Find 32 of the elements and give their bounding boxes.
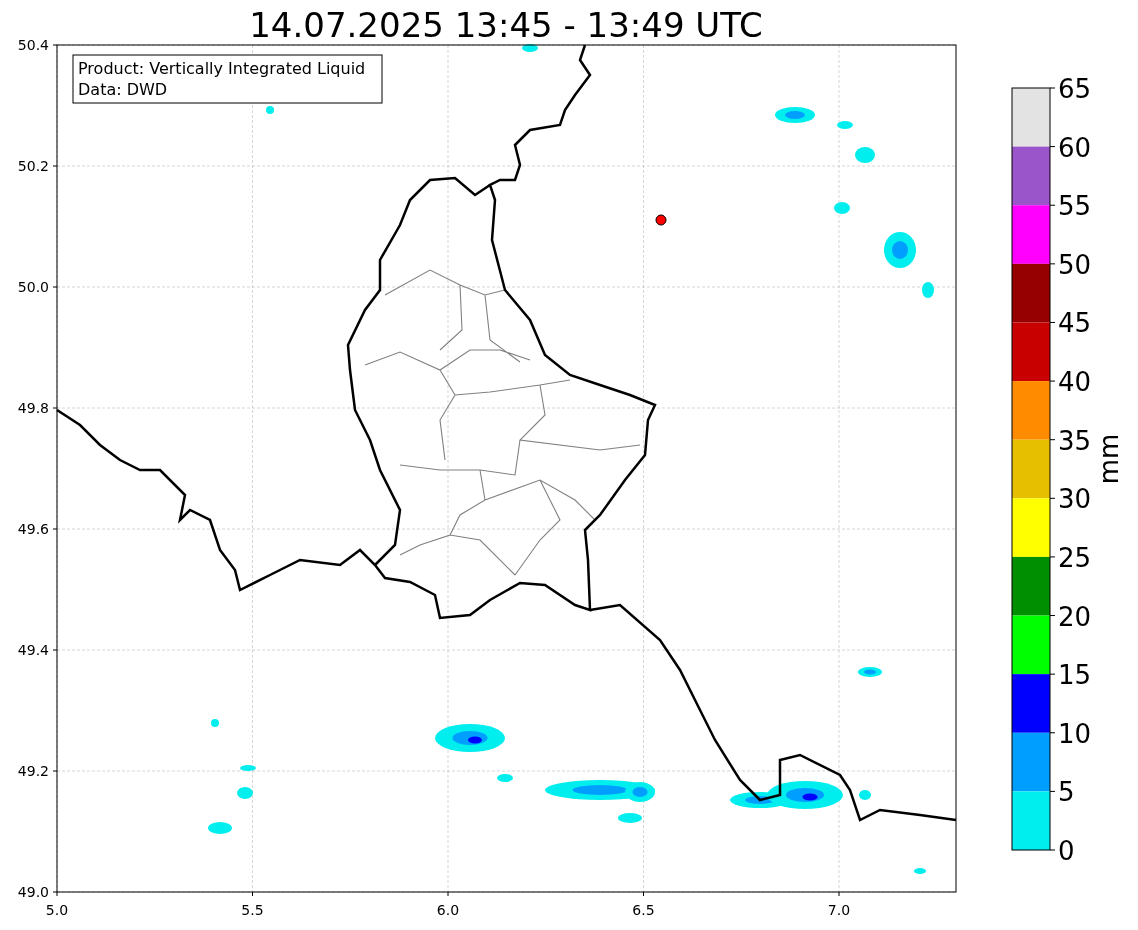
x-tick-label: 5.0 [45,902,69,918]
colorbar-label: mm [1094,433,1124,485]
colorbar-tick-label: 0 [1058,836,1075,866]
legend-text: Product: Vertically Integrated Liquid [78,59,366,78]
x-tick-label: 6.0 [436,902,460,918]
y-tick-label: 50.4 [17,37,49,53]
colorbar-tick-label: 5 [1058,777,1075,808]
x-tick-label: 7.0 [827,902,851,918]
y-tick-label: 49.0 [17,884,49,900]
y-tick-label: 49.6 [17,521,49,537]
colorbar-tick-label: 25 [1058,542,1092,573]
chart-title: 14.07.2025 13:45 - 13:49 UTC [249,5,763,45]
y-tick-label: 49.4 [17,642,49,658]
colorbar-tick-label: 20 [1058,601,1092,632]
x-tick-label: 6.5 [632,902,655,918]
y-tick-label: 49.2 [17,763,49,779]
y-tick-label: 49.8 [17,400,49,416]
colorbar-tick-label: 15 [1058,660,1092,691]
colorbar-tick-label: 30 [1058,484,1092,515]
colorbar-tick-label: 55 [1058,191,1092,222]
y-tick-label: 50.0 [17,279,49,295]
colorbar-tick-label: 65 [1058,74,1092,104]
y-tick-label: 50.2 [17,158,49,174]
colorbar-tick-label: 60 [1058,132,1092,163]
colorbar-tick-label: 35 [1058,425,1092,456]
location-marker [655,214,667,226]
legend-text: Data: DWD [78,80,168,99]
colorbar-tick-label: 40 [1058,367,1092,398]
colorbar-tick-label: 50 [1058,249,1092,280]
colorbar-tick-label: 10 [1058,718,1092,749]
x-tick-label: 5.5 [241,902,264,918]
colorbar-tick-label: 45 [1058,308,1092,339]
